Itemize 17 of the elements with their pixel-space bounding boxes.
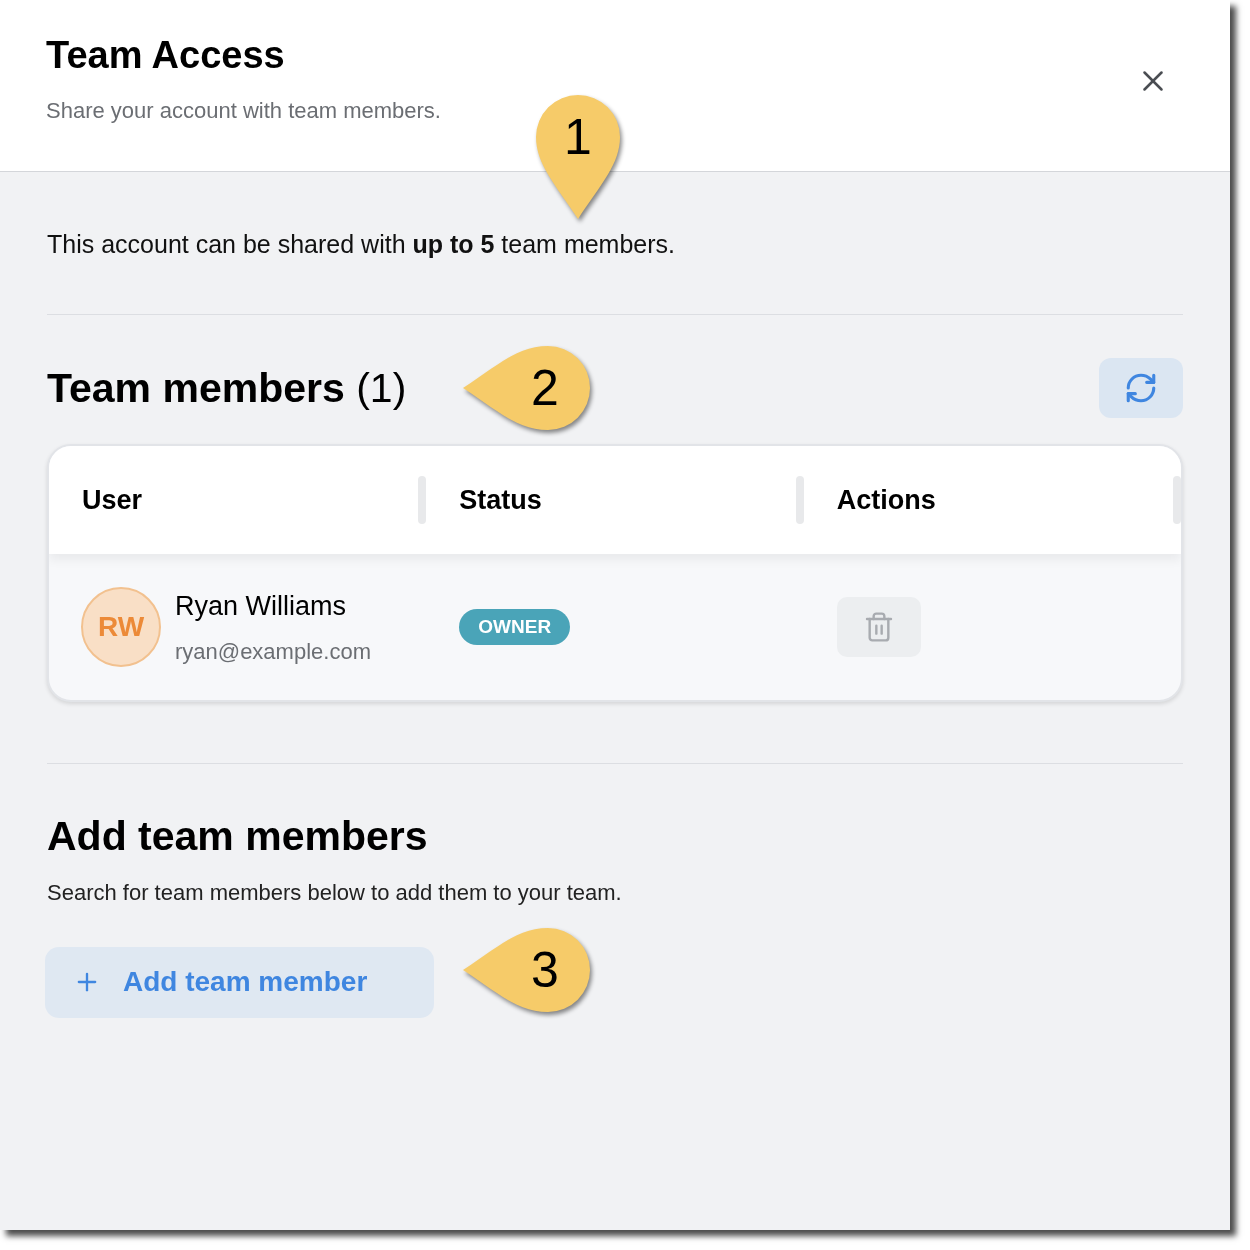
add-member-button[interactable]: Add team member	[45, 946, 434, 1018]
status-badge: OWNER	[459, 608, 571, 646]
delete-button[interactable]	[836, 597, 921, 657]
section-title: Team members (1)	[47, 363, 407, 413]
refresh-button[interactable]	[1099, 358, 1183, 419]
column-header: Actions	[836, 483, 936, 517]
user-name: Ryan Williams	[175, 590, 348, 624]
intro-text: This account can be shared with up to 5 team members.	[47, 229, 677, 260]
dialog-subtitle: Share your account with team members.	[46, 97, 441, 125]
section-description: Search for team members below to add them to your team.	[47, 878, 623, 907]
dialog-title: Team Access	[46, 33, 286, 78]
column-resize-handle[interactable]	[1173, 476, 1181, 524]
section-title: Add team members	[47, 812, 429, 861]
column-header: User	[82, 483, 143, 517]
user-email: ryan@example.com	[175, 637, 371, 666]
user-avatar: RW	[81, 587, 161, 667]
column-header: Status	[459, 483, 542, 517]
